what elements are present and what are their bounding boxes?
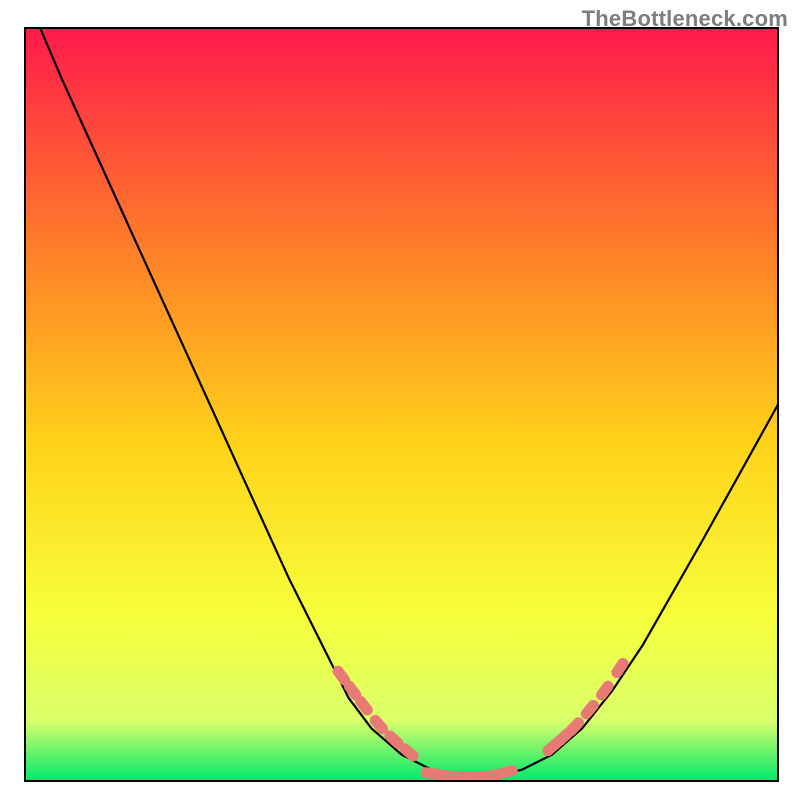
bottleneck-chart [0,0,800,800]
chart-stage: TheBottleneck.com [0,0,800,800]
chart-background [25,28,778,781]
